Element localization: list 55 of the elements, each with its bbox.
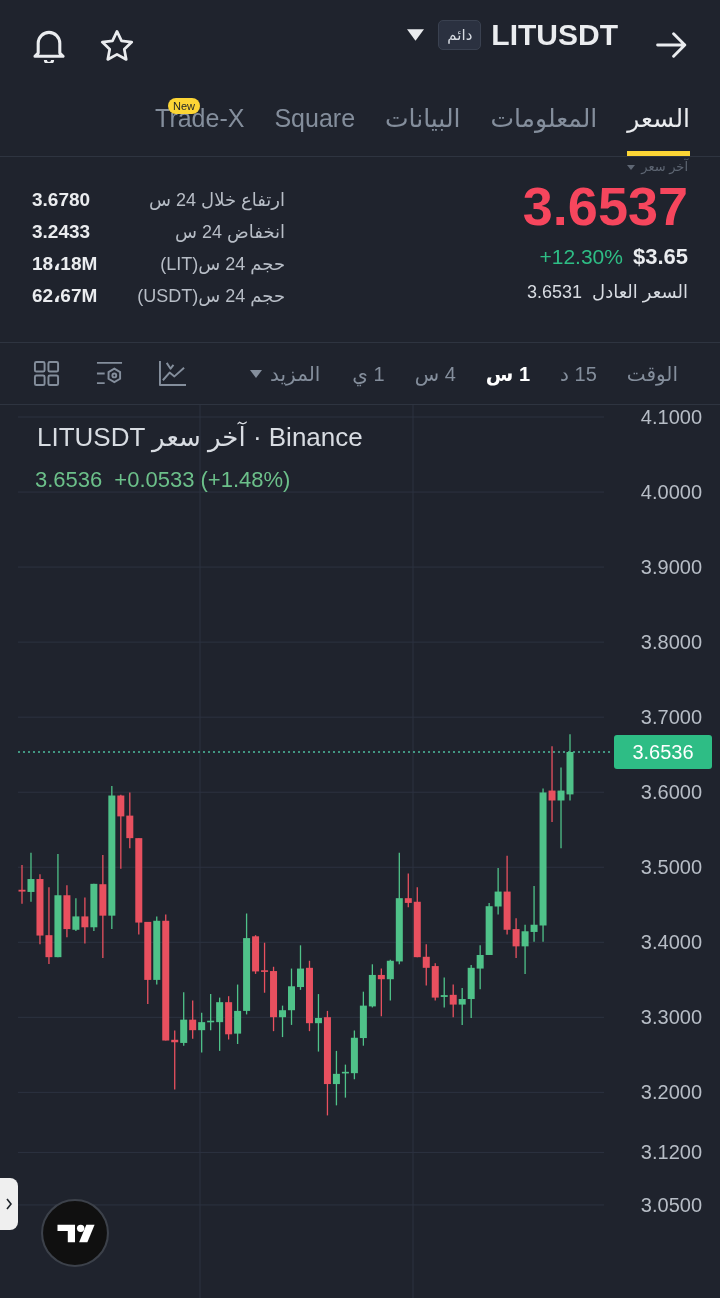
stat-label: حجم 24 س(USDT) (137, 285, 286, 308)
tab[interactable]: Square (274, 90, 356, 156)
price-axis-label: 3.3000 (640, 1005, 702, 1030)
fair-price-label: السعر العادل (592, 281, 688, 305)
last-price: 3.6537 (522, 175, 688, 237)
tab[interactable]: المعلومات (490, 90, 598, 156)
logo-icon[interactable] (41, 1199, 109, 1267)
interval-tab[interactable]: 4 س (414, 360, 456, 387)
legend-change: +0.0533 (+1.48%) (114, 467, 291, 493)
chart-title: LITUSDT آخر سعر · Binance (37, 421, 363, 453)
price-axis-label: 4.1000 (640, 405, 702, 429)
legend-price: 3.6536 (35, 467, 103, 493)
chevron-right-icon (6, 1198, 12, 1210)
tab[interactable]: البيانات (385, 90, 461, 156)
stat-label: حجم 24 س(LIT) (160, 253, 286, 276)
caret-down-icon (627, 164, 636, 170)
symbol-title[interactable]: LITUSDT (491, 17, 618, 53)
price-axis-label: 3.4000 (640, 930, 702, 955)
price-axis-label: 3.2000 (640, 1080, 702, 1105)
price-type-selector[interactable]: آخر سعر (627, 159, 688, 175)
price-axis-label: 3.7000 (640, 705, 702, 730)
interval-label: الوقت (626, 361, 678, 387)
interval-tab[interactable]: 1 س (485, 360, 531, 387)
stat-value: 3.6780 (32, 188, 92, 212)
tab[interactable]: السعر (627, 90, 690, 156)
stat-value: 3.2433 (32, 220, 92, 244)
stat-value: 18،18M (32, 252, 98, 276)
interval-tab[interactable]: 1 ي (352, 360, 385, 387)
chart-settings-icon[interactable] (95, 360, 124, 387)
grid-icon[interactable] (32, 360, 61, 387)
price-axis-label: 3.5000 (640, 855, 702, 880)
line-chart-icon[interactable] (158, 360, 187, 387)
stat-value: 62،67M (32, 284, 98, 308)
usd-price: $3.65 (632, 243, 688, 271)
fair-price-value: 3.6531 (527, 281, 583, 304)
price-axis-label: 3.0500 (640, 1192, 702, 1217)
price-axis-label: 3.1200 (640, 1140, 702, 1165)
interval-tab[interactable]: 15 د (560, 360, 597, 387)
star-icon[interactable] (100, 28, 134, 62)
price-axis-label: 4.0000 (640, 480, 702, 505)
contract-type-tag: دائم (438, 20, 482, 50)
caret-down-icon (250, 369, 263, 378)
price-axis-label: 3.6000 (640, 780, 702, 805)
back-arrow-icon[interactable] (656, 32, 688, 58)
side-panel-handle[interactable] (0, 1178, 18, 1230)
candle (288, 967, 295, 1026)
price-change: +12.30% (539, 244, 623, 270)
caret-down-icon[interactable] (407, 29, 425, 41)
stat-label: ارتفاع خلال 24 س (149, 189, 286, 212)
more-intervals-button[interactable]: المزيد (250, 360, 321, 387)
candle (297, 944, 304, 991)
price-axis-label: 3.8000 (640, 630, 702, 655)
price-axis-label: 3.9000 (640, 555, 702, 580)
last-price-tag: 3.6536 (614, 735, 712, 769)
stat-label: انخفاض 24 س (175, 221, 286, 244)
